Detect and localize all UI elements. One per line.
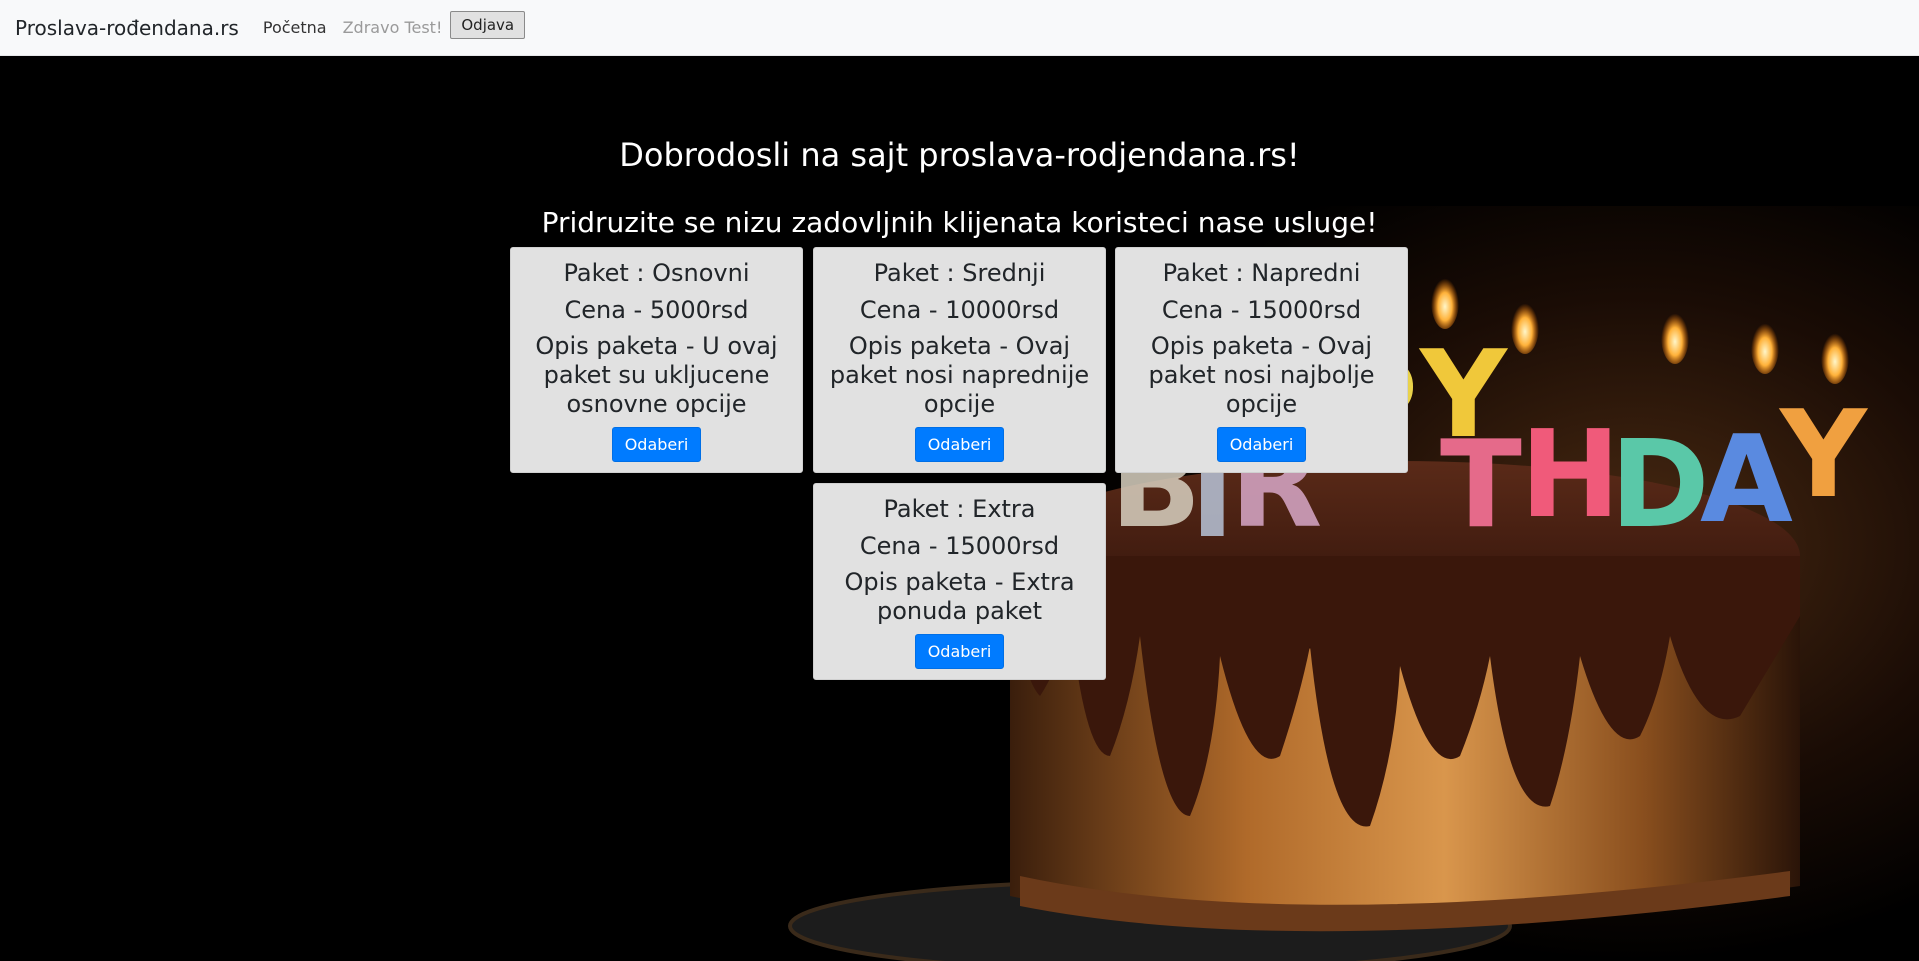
package-price: Cena - 15000rsd: [1161, 296, 1362, 324]
package-description: Opis paketa - Extra ponuda paket: [844, 568, 1075, 625]
package-card-osnovni: Paket : Osnovni Cena - 5000rsd Opis pake…: [510, 247, 803, 473]
package-card-extra: Paket : Extra Cena - 15000rsd Opis paket…: [813, 483, 1106, 680]
package-price: Cena - 5000rsd: [564, 296, 749, 324]
logout-button[interactable]: Odjava: [450, 10, 526, 39]
package-title: Paket : Napredni: [1162, 259, 1361, 287]
package-description: Opis paketa - U ovaj paket su uklјucene …: [535, 332, 778, 418]
svg-text:D: D: [1610, 416, 1710, 555]
package-title: Paket : Extra: [883, 495, 1036, 523]
select-package-button[interactable]: Odaberi: [914, 427, 1005, 462]
welcome-heading: Dobrodosli na sajt proslava-rodjendana.r…: [619, 136, 1300, 174]
package-card-napredni: Paket : Napredni Cena - 15000rsd Opis pa…: [1115, 247, 1408, 473]
select-package-button[interactable]: Odaberi: [611, 427, 702, 462]
user-greeting: Zdravo Test!: [342, 18, 443, 37]
select-package-button[interactable]: Odaberi: [914, 634, 1005, 669]
package-description: Opis paketa - Ovaj paket nosi najbolje o…: [1148, 332, 1375, 418]
home-link[interactable]: Početna: [263, 18, 327, 37]
package-description: Opis paketa - Ovaj paket nosi naprednije…: [829, 332, 1090, 418]
package-price: Cena - 15000rsd: [859, 532, 1060, 560]
svg-text:Y: Y: [1778, 386, 1869, 525]
package-title: Paket : Srednji: [873, 259, 1046, 287]
brand-link[interactable]: Proslava-rođendana.rs: [15, 16, 239, 40]
tagline-heading: Pridruzite se nizu zadovljnih klijenata …: [541, 206, 1378, 239]
svg-text:T: T: [1440, 416, 1522, 555]
package-card-srednji: Paket : Srednji Cena - 10000rsd Opis pak…: [813, 247, 1106, 473]
select-package-button[interactable]: Odaberi: [1216, 427, 1307, 462]
top-navbar: Proslava-rođendana.rs Početna Zdravo Tes…: [0, 0, 1919, 56]
package-title: Paket : Osnovni: [563, 259, 750, 287]
package-price: Cena - 10000rsd: [859, 296, 1060, 324]
svg-text:H: H: [1520, 406, 1620, 545]
